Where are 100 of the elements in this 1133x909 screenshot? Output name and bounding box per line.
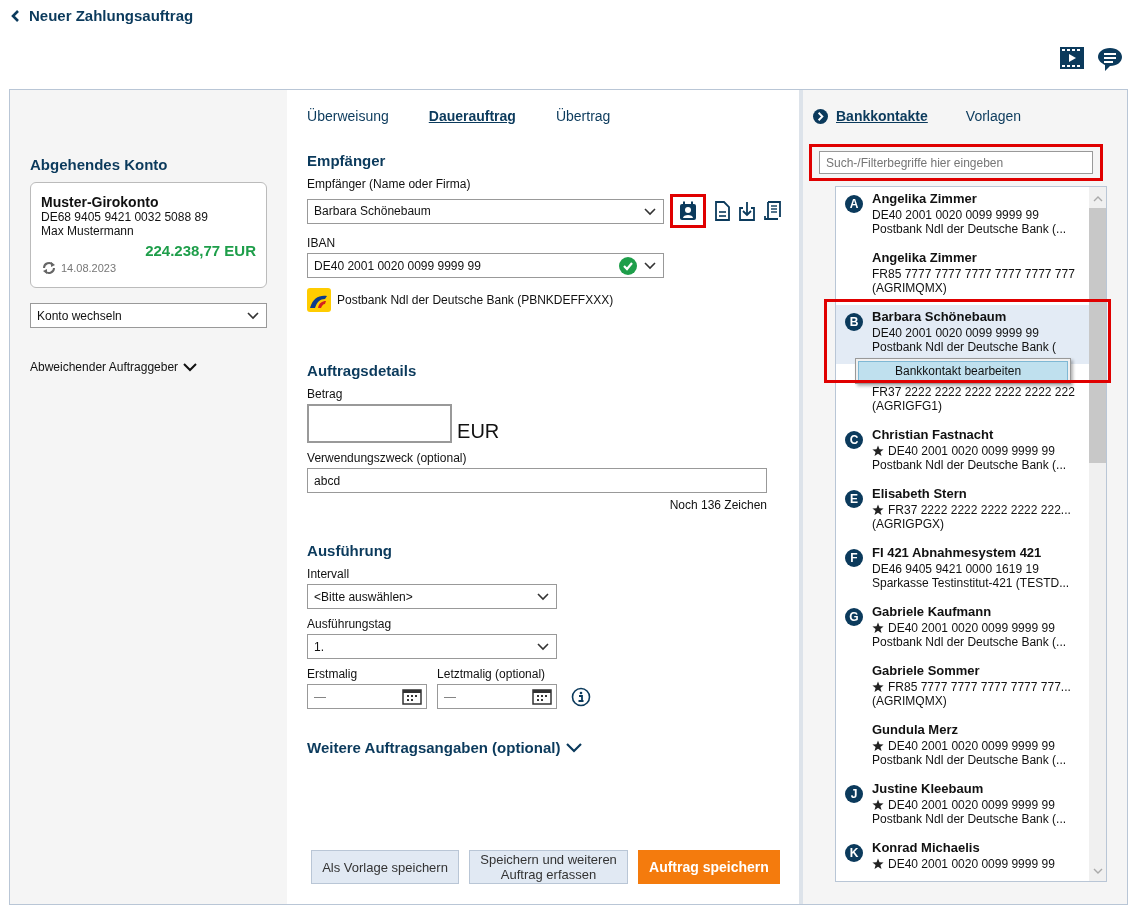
- letter-badge: C: [845, 431, 863, 449]
- field-label: Erstmalig: [307, 667, 359, 681]
- contact-iban: FR85 7777 7777 7777 7777 7777 777: [872, 267, 1075, 281]
- section-heading: Auftragsdetails: [307, 362, 417, 379]
- iban-select[interactable]: DE40 2001 0020 0099 9999 99: [307, 253, 665, 278]
- contact-iban: DE40 2001 0020 0099 9999 99: [872, 208, 1039, 222]
- contact-name: Elisabeth Stern: [872, 485, 968, 503]
- search-field[interactable]: Such-/Filterbegriffe hier eingeben: [819, 151, 1093, 174]
- account-name: Muster-Girokonto: [41, 194, 160, 210]
- field-label: Ausführungstag: [307, 617, 392, 631]
- letter-badge: K: [845, 844, 863, 862]
- contact-item[interactable]: Angelika Zimmer FR85 7777 7777 7777 7777 7777 777 (AGRIMQMX): [836, 246, 1089, 305]
- secondary-button[interactable]: Als Vorlage speichern: [311, 850, 460, 884]
- letter-badge: A: [845, 195, 863, 213]
- character-counter: Noch 136 Zeichen: [669, 498, 768, 512]
- contact-name: Gabriele Kaufmann: [872, 603, 993, 621]
- contact-name: Gabriele Sommer: [872, 662, 981, 680]
- document-icon[interactable]: [714, 201, 731, 221]
- contact-item[interactable]: K Konrad Michaelis DE40 2001 0020 0099 9999 99: [836, 836, 1089, 881]
- contact-iban: DE40 2001 0020 0099 9999 99: [888, 739, 1055, 753]
- caret-icon: [644, 262, 657, 270]
- arrow-right-icon: [813, 108, 828, 124]
- contact-item[interactable]: G Gabriele Kaufmann DE40 2001 0020 0099 9999 99 Postbank Ndl der Deutsche Bank (...: [836, 600, 1089, 659]
- secondary-button[interactable]: Speichern und weiteren Auftrag erfassen: [469, 850, 629, 884]
- balance-date: 14.08.2023: [61, 262, 117, 274]
- expand-toggle[interactable]: Abweichender Auftraggeber: [30, 360, 268, 374]
- section-heading: Ausführung: [307, 542, 393, 559]
- caret-icon: [537, 643, 550, 651]
- contact-iban: FR37 2222 2222 2222 2222 2222 222: [872, 385, 1075, 399]
- contact-item[interactable]: E Elisabeth Stern FR37 2222 2222 2222 2222 222... (AGRIGPGX): [836, 482, 1089, 541]
- caret-icon: [247, 312, 260, 320]
- recipient-select[interactable]: Barbara Schönebaum: [307, 198, 665, 224]
- video-icon[interactable]: [1059, 46, 1085, 70]
- contact-bank: Postbank Ndl der Deutsche Bank (: [872, 340, 1058, 354]
- contact-bank: (AGRIGFG1): [872, 399, 943, 413]
- contact-bank: Sparkasse Testinstitut-421 (TESTD...: [872, 576, 1071, 590]
- account-iban: DE68 9405 9421 0032 5088 89: [41, 210, 209, 224]
- account-select[interactable]: Konto wechseln: [30, 303, 268, 328]
- contact-item[interactable]: A Angelika Zimmer DE40 2001 0020 0099 9999 99 Postbank Ndl der Deutsche Bank (...: [836, 187, 1089, 246]
- bank-logo-icon: [307, 288, 332, 312]
- contact-bank: Postbank Ndl der Deutsche Bank (...: [872, 753, 1068, 767]
- tab[interactable]: Überweisung: [307, 108, 389, 124]
- info-icon[interactable]: [571, 687, 592, 707]
- contacts-button[interactable]: [670, 194, 707, 228]
- account-card[interactable]: Muster-Girokonto DE68 9405 9421 0032 5088 89 Max Mustermann 224.238,77 EUR 14.08.2023: [30, 182, 268, 288]
- day-select[interactable]: 1.: [307, 634, 558, 659]
- contact-item[interactable]: F FI 421 Abnahmesystem 421 DE46 9405 9421 0000 1619 19 Sparkasse Testinstitut-421 (TESTD...: [836, 541, 1089, 600]
- date-picker[interactable]: —: [307, 684, 428, 709]
- letter-badge: J: [845, 785, 863, 803]
- section-heading: Empfänger: [307, 152, 386, 169]
- contact-iban: FR85 7777 7777 7777 7777 777...: [888, 680, 1071, 694]
- account-owner: Max Mustermann: [41, 224, 135, 238]
- caret-icon: [537, 593, 550, 601]
- chevron-left-icon: [10, 8, 20, 23]
- field-label: Empfänger (Name oder Firma): [307, 177, 471, 191]
- letter-badge: E: [845, 490, 863, 508]
- chat-icon[interactable]: [1097, 46, 1123, 72]
- contact-name: Justine Kleebaum: [872, 780, 985, 798]
- interval-select[interactable]: <Bitte auswählen>: [307, 584, 558, 609]
- tab[interactable]: Übertrag: [555, 108, 611, 124]
- field-label: Letztmalig (optional): [437, 667, 547, 681]
- contact-name: Gundula Merz: [872, 721, 959, 739]
- contact-bank: (AGRIMQMX): [872, 281, 948, 295]
- back-link[interactable]: Neuer Zahlungsauftrag: [10, 7, 194, 24]
- contact-bank: Postbank Ndl der Deutsche Bank (...: [872, 222, 1068, 236]
- contact-item[interactable]: C Christian Fastnacht DE40 2001 0020 0099 9999 99 Postbank Ndl der Deutsche Bank (...: [836, 423, 1089, 482]
- contact-bank: Postbank Ndl der Deutsche Bank (...: [872, 458, 1068, 472]
- contact-item[interactable]: J Justine Kleebaum DE40 2001 0020 0099 9999 99 Postbank Ndl der Deutsche Bank (...: [836, 777, 1089, 836]
- contact-iban: DE40 2001 0020 0099 9999 99: [888, 621, 1055, 635]
- receipt-icon[interactable]: [764, 201, 783, 221]
- contact-name: Konrad Michaelis: [872, 839, 981, 857]
- contact-item[interactable]: Gabriele Sommer FR85 7777 7777 7777 7777 777... (AGRIMQMX): [836, 659, 1089, 718]
- tab[interactable]: Bankkontakte: [836, 108, 928, 124]
- amount-field[interactable]: [307, 404, 453, 443]
- purpose-field[interactable]: abcd: [307, 468, 768, 493]
- letter-badge: F: [845, 549, 863, 567]
- contact-iban: DE40 2001 0020 0099 9999 99: [888, 857, 1055, 871]
- tab[interactable]: Vorlagen: [965, 108, 1022, 124]
- contact-name: Angelika Zimmer: [872, 190, 978, 208]
- tab[interactable]: Dauerauftrag: [428, 108, 516, 124]
- date-picker[interactable]: —: [437, 684, 558, 709]
- field-label: Intervall: [307, 567, 350, 581]
- letter-badge: B: [845, 313, 863, 331]
- field-label: Betrag: [307, 387, 343, 401]
- contact-name: Barbara Schönebaum: [872, 308, 1008, 326]
- contact-name: Christian Fastnacht: [872, 426, 995, 444]
- menu-item[interactable]: Bankkontakt bearbeiten: [858, 361, 1068, 381]
- caret-icon: [644, 207, 657, 216]
- contact-item[interactable]: Gundula Merz DE40 2001 0020 0099 9999 99 Postbank Ndl der Deutsche Bank (...: [836, 718, 1089, 777]
- contact-name: FI 421 Abnahmesystem 421: [872, 544, 1043, 562]
- calendar-icon[interactable]: [402, 688, 423, 705]
- contact-bank: (AGRIGPGX): [872, 517, 945, 531]
- contact-card-icon: [679, 201, 698, 221]
- contact-bank: Postbank Ndl der Deutsche Bank (...: [872, 812, 1068, 826]
- download-icon[interactable]: [738, 201, 757, 221]
- expand-toggle[interactable]: Weitere Auftragsangaben (optional): [307, 739, 583, 756]
- refresh-icon[interactable]: [41, 261, 57, 275]
- contact-iban: DE46 9405 9421 0000 1619 19: [872, 562, 1039, 576]
- letter-badge: G: [845, 608, 863, 626]
- calendar-icon[interactable]: [532, 688, 553, 705]
